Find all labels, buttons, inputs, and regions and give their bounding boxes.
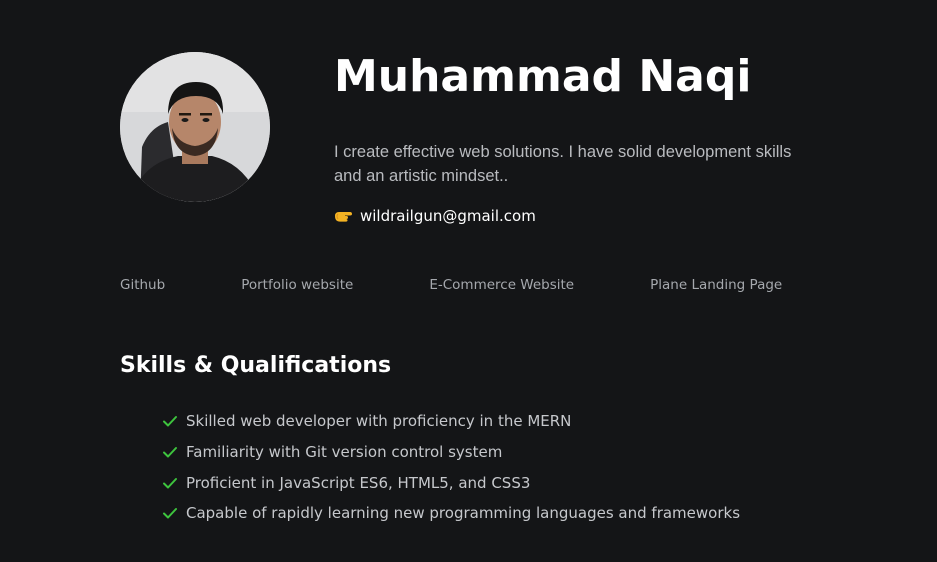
page-title: Muhammad Naqi — [334, 51, 752, 102]
check-icon — [163, 447, 177, 458]
link-github[interactable]: Github — [120, 275, 165, 295]
pointing-hand-icon — [335, 212, 352, 222]
email-row: wildrailgun@gmail.com — [334, 204, 536, 228]
check-icon — [163, 477, 177, 489]
skill-text: Familiarity with Git version control sys… — [186, 443, 503, 462]
email-link[interactable]: wildrailgun@gmail.com — [360, 207, 536, 225]
project-links: Github Portfolio website E-Commerce Webs… — [120, 275, 782, 295]
avatar — [120, 52, 270, 202]
list-item: Proficient in JavaScript ES6, HTML5, and… — [162, 467, 740, 498]
link-plane-landing-page[interactable]: Plane Landing Page — [650, 275, 782, 295]
skill-text: Capable of rapidly learning new programm… — [186, 504, 741, 523]
skill-text: Skilled web developer with proficiency i… — [186, 412, 572, 431]
link-portfolio-website[interactable]: Portfolio website — [241, 275, 353, 295]
profile-page: Muhammad Naqi I create effective web sol… — [0, 0, 937, 562]
profile-photo — [120, 52, 270, 202]
list-item: Skilled web developer with proficiency i… — [162, 406, 740, 437]
skill-text: Proficient in JavaScript ES6, HTML5, and… — [186, 473, 531, 492]
skills-list: Skilled web developer with proficiency i… — [162, 406, 740, 529]
link-ecommerce-website[interactable]: E-Commerce Website — [429, 275, 574, 295]
skills-heading: Skills & Qualifications — [120, 353, 392, 378]
check-icon — [163, 416, 177, 427]
check-icon — [163, 508, 177, 519]
bio-text: I create effective web solutions. I have… — [334, 143, 792, 185]
list-item: Capable of rapidly learning new programm… — [162, 498, 740, 529]
list-item: Familiarity with Git version control sys… — [162, 437, 740, 468]
